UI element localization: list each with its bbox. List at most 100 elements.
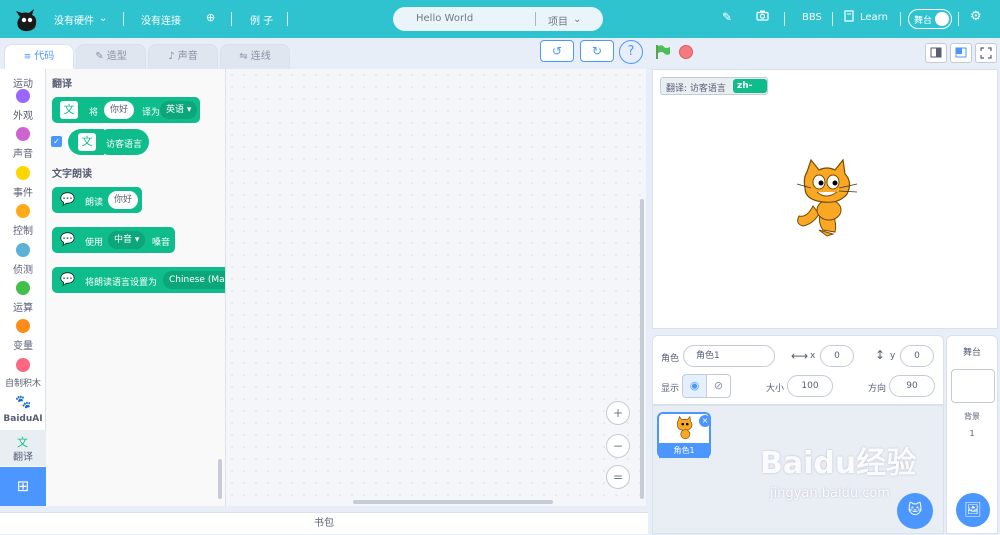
category-label: 事件 bbox=[13, 188, 33, 199]
category-looks[interactable]: 外观 bbox=[0, 89, 46, 127]
category-control[interactable]: 控制 bbox=[0, 204, 46, 242]
checkbox[interactable]: ✓ bbox=[51, 136, 62, 147]
backdrops-label: 背景 bbox=[964, 412, 980, 421]
block-text: 将朗读语言设置为 bbox=[85, 278, 158, 288]
globe-icon[interactable]: ⊕ bbox=[206, 11, 215, 24]
vertical-scrollbar[interactable] bbox=[640, 199, 644, 499]
block-translate[interactable]: 文 将 你好 译为 英语 ▾ bbox=[52, 97, 200, 123]
speaker-icon: ♪ bbox=[168, 51, 178, 62]
block-text: 朗读 bbox=[85, 198, 104, 208]
block-text: 访客语言 bbox=[106, 140, 143, 150]
category-sound[interactable]: 声音 bbox=[0, 127, 46, 165]
large-stage-button[interactable] bbox=[950, 43, 972, 63]
redo-button[interactable]: ↻ bbox=[580, 40, 614, 62]
hardware-menu[interactable]: 没有硬件 bbox=[54, 12, 94, 27]
fullscreen-button[interactable] bbox=[975, 43, 997, 63]
category-operators[interactable]: 运算 bbox=[0, 281, 46, 319]
eye-off-icon: ⊘ bbox=[713, 379, 724, 392]
category-label: 外观 bbox=[13, 111, 33, 122]
add-extension-button[interactable]: ⊞ bbox=[0, 467, 46, 506]
add-extension-icon: ⊞ bbox=[16, 477, 30, 495]
block-dropdown[interactable]: 中音 ▾ bbox=[108, 231, 146, 249]
project-menu[interactable]: 项目 bbox=[548, 13, 568, 28]
connection-menu[interactable]: 没有连接 bbox=[141, 12, 181, 27]
stage-toggle[interactable]: 舞台 bbox=[908, 9, 952, 29]
category-label: 侦测 bbox=[13, 265, 33, 276]
sprite-name-input[interactable]: 角色1 bbox=[683, 345, 775, 367]
size-input[interactable]: 100 bbox=[787, 375, 833, 397]
block-input[interactable]: 你好 bbox=[104, 101, 135, 119]
category-dot bbox=[16, 89, 30, 103]
zoom-reset-button[interactable]: = bbox=[606, 465, 630, 489]
y-input[interactable]: 0 bbox=[900, 345, 934, 367]
tab-costumes[interactable]: ✎ 造型 bbox=[76, 44, 146, 70]
category-header: 文字朗读 bbox=[52, 169, 92, 180]
add-sprite-button[interactable]: 🐱 bbox=[897, 493, 933, 529]
tab-sounds[interactable]: ♪ 声音 bbox=[148, 44, 218, 70]
sprite-tile[interactable]: × 角色1 bbox=[657, 412, 711, 458]
category-baiduai[interactable]: 🐾 BaiduAI bbox=[0, 395, 46, 434]
category-dot bbox=[16, 127, 30, 141]
category-events[interactable]: 事件 bbox=[0, 166, 46, 204]
show-sprite-button[interactable]: ◉ bbox=[682, 374, 707, 398]
category-label: BaiduAI bbox=[3, 414, 43, 424]
cat-sprite[interactable] bbox=[793, 158, 863, 241]
pencil-icon[interactable]: ✎ bbox=[722, 10, 732, 24]
category-dot bbox=[16, 358, 30, 372]
hide-sprite-button[interactable]: ⊘ bbox=[706, 374, 731, 398]
block-dropdown[interactable]: 英语 ▾ bbox=[160, 101, 198, 119]
category-variables[interactable]: 变量 bbox=[0, 319, 46, 357]
chevron-down-icon: ⌄ bbox=[99, 13, 108, 24]
block-text: 译为 bbox=[142, 108, 161, 118]
block-dropdown[interactable]: Chinese (Man bbox=[163, 271, 225, 289]
stage-thumbnail[interactable] bbox=[951, 369, 995, 403]
block-text: 嗓音 bbox=[152, 238, 171, 248]
category-label: 运算 bbox=[13, 303, 33, 314]
variable-monitor[interactable]: 翻译: 访客语言 zh-cn bbox=[660, 77, 768, 105]
cat-add-icon: 🐱 bbox=[907, 502, 923, 518]
palette-scrollbar[interactable] bbox=[218, 459, 222, 499]
toggle-knob bbox=[935, 12, 949, 26]
direction-input[interactable]: 90 bbox=[889, 375, 935, 397]
category-dot bbox=[16, 319, 30, 333]
examples-menu[interactable]: 例 子 bbox=[250, 12, 273, 27]
help-button[interactable]: ? bbox=[619, 40, 643, 64]
zoom-out-button[interactable]: − bbox=[606, 434, 630, 458]
category-header: 翻译 bbox=[52, 79, 72, 90]
category-my-blocks[interactable]: 自制积木 bbox=[0, 358, 46, 396]
bbs-link[interactable]: BBS bbox=[802, 12, 822, 23]
block-input[interactable]: 你好 bbox=[108, 191, 139, 209]
fullscreen-icon bbox=[980, 47, 992, 59]
block-voice[interactable]: 💬 使用 中音 ▾ 嗓音 bbox=[52, 227, 175, 253]
block-set-language[interactable]: 💬 将朗读语言设置为 Chinese (Man bbox=[52, 267, 225, 293]
logo[interactable] bbox=[12, 5, 40, 33]
direction-label: 方向 bbox=[868, 384, 887, 394]
x-input[interactable]: 0 bbox=[820, 345, 854, 367]
category-label: 翻译 bbox=[13, 452, 33, 463]
camera-icon[interactable] bbox=[756, 10, 769, 24]
category-sensing[interactable]: 侦测 bbox=[0, 243, 46, 281]
stop-icon[interactable] bbox=[679, 45, 693, 59]
green-flag-icon[interactable] bbox=[655, 44, 671, 63]
horizontal-scrollbar[interactable] bbox=[353, 500, 553, 504]
learn-link[interactable]: Learn bbox=[860, 12, 888, 23]
project-title-input[interactable]: Hello World bbox=[416, 13, 473, 24]
translate-icon: 文 bbox=[60, 101, 78, 119]
zoom-in-button[interactable]: + bbox=[606, 401, 630, 425]
backpack-bar[interactable]: 书包 bbox=[0, 512, 648, 534]
delete-sprite-icon[interactable]: × bbox=[699, 415, 711, 427]
stage[interactable] bbox=[652, 69, 998, 329]
small-stage-button[interactable] bbox=[925, 43, 947, 63]
y-label: y bbox=[890, 351, 896, 361]
undo-button[interactable]: ↺ bbox=[540, 40, 574, 62]
code-workspace[interactable]: + − = bbox=[226, 69, 646, 506]
category-label: 自制积木 bbox=[4, 379, 41, 389]
gear-icon[interactable]: ⚙ bbox=[970, 9, 982, 24]
block-speak[interactable]: 💬 朗读 你好 bbox=[52, 187, 142, 213]
tab-wiring[interactable]: ⇋ 连线 bbox=[220, 44, 290, 70]
category-dot bbox=[16, 204, 30, 218]
category-translate[interactable]: 文 翻译 bbox=[0, 430, 46, 466]
stage-target-panel[interactable]: 舞台 背景 1 🖼 bbox=[946, 335, 998, 534]
add-backdrop-button[interactable]: 🖼 bbox=[956, 493, 990, 527]
wire-icon: ⇋ bbox=[239, 51, 251, 62]
